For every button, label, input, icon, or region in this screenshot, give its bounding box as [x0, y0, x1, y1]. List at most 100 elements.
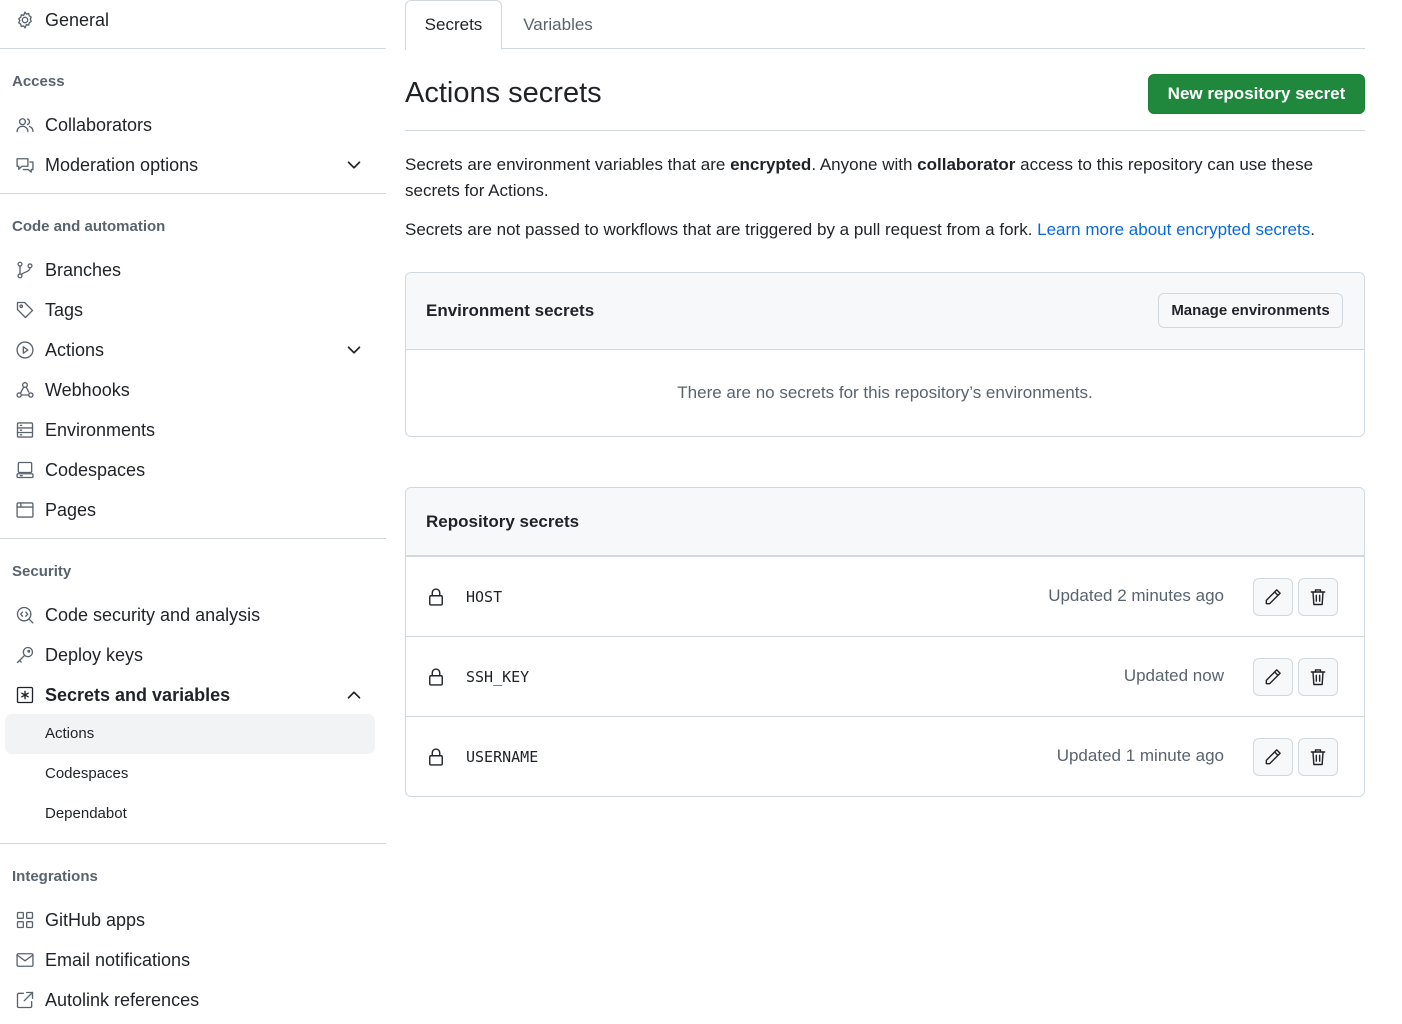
learn-more-link[interactable]: Learn more about encrypted secrets	[1037, 220, 1310, 239]
sidebar-item-tags[interactable]: Tags	[0, 290, 386, 330]
sidebar-subitem-dependabot[interactable]: Dependabot	[5, 794, 375, 834]
secret-updated-time: Updated now	[1123, 666, 1224, 685]
desc-text: Secrets are not passed to workflows that…	[405, 220, 1038, 239]
git-branch-icon	[14, 259, 36, 281]
sidebar-item-label: Tags	[45, 300, 84, 320]
sidebar-item-label: Secrets and variables	[45, 685, 231, 705]
sidebar-divider	[0, 48, 386, 49]
sidebar-item-autolink-references[interactable]: Autolink references	[0, 980, 386, 1020]
sidebar-item-webhooks[interactable]: Webhooks	[0, 370, 386, 410]
repository-secrets-box: Repository secrets HOST Updated 2 minute…	[405, 487, 1365, 797]
people-icon	[14, 114, 36, 136]
sidebar-item-label: Webhooks	[45, 380, 130, 400]
repository-secrets-header: Repository secrets	[406, 488, 1364, 556]
sidebar-subitem-label: Dependabot	[45, 805, 127, 822]
desc-bold-encrypted: encrypted	[730, 155, 812, 174]
environment-secrets-empty-message: There are no secrets for this repository…	[677, 383, 1093, 402]
codescan-icon	[14, 604, 36, 626]
asterisk-box-icon	[14, 684, 36, 706]
manage-environments-button[interactable]: Manage environments	[1158, 293, 1343, 328]
edit-secret-button[interactable]	[1253, 658, 1293, 696]
sidebar-item-actions[interactable]: Actions	[0, 330, 386, 370]
delete-secret-button[interactable]	[1298, 738, 1338, 776]
sidebar-subitem-actions[interactable]: Actions	[5, 714, 375, 754]
sidebar-item-label: Collaborators	[45, 115, 153, 135]
sidebar-item-email-notifications[interactable]: Email notifications	[0, 940, 386, 980]
delete-secret-button[interactable]	[1298, 658, 1338, 696]
fork-description: Secrets are not passed to workflows that…	[405, 217, 1365, 243]
sidebar-item-label: Environments	[45, 420, 156, 440]
sidebar-item-github-apps[interactable]: GitHub apps	[0, 900, 386, 940]
new-repository-secret-button[interactable]: New repository secret	[1148, 74, 1365, 114]
environment-secrets-title: Environment secrets	[426, 301, 595, 320]
section-title-access: Access	[12, 73, 65, 90]
sidebar-item-branches[interactable]: Branches	[0, 250, 386, 290]
sidebar-divider	[0, 193, 386, 194]
tab-secrets[interactable]: Secrets	[405, 0, 502, 50]
chevron-down-icon[interactable]	[343, 154, 365, 176]
sidebar-item-label: Actions	[45, 340, 105, 360]
sidebar-divider	[0, 538, 386, 539]
sidebar-item-label: Codespaces	[45, 460, 146, 480]
secret-name: USERNAME	[466, 748, 539, 766]
trash-icon	[1310, 589, 1326, 606]
sidebar-item-collaborators[interactable]: Collaborators	[0, 105, 386, 145]
comment-discussion-icon	[14, 154, 36, 176]
sidebar-subitem-label: Codespaces	[45, 765, 129, 782]
tag-icon	[14, 299, 36, 321]
desc-text: .	[1310, 220, 1315, 239]
codespaces-icon	[14, 459, 36, 481]
trash-icon	[1310, 669, 1326, 686]
browser-icon	[14, 499, 36, 521]
sidebar-item-deploy-keys[interactable]: Deploy keys	[0, 635, 386, 675]
sidebar-divider	[0, 843, 386, 844]
pencil-icon	[1265, 589, 1281, 605]
sidebar-item-label: Deploy keys	[45, 645, 144, 665]
sidebar-item-pages[interactable]: Pages	[0, 490, 386, 530]
chevron-down-icon[interactable]	[343, 339, 365, 361]
secret-row: SSH_KEY Updated now	[406, 636, 1364, 716]
repository-secrets-title: Repository secrets	[426, 512, 580, 531]
pencil-icon	[1265, 749, 1281, 765]
webhook-icon	[14, 379, 36, 401]
trash-icon	[1310, 749, 1326, 766]
section-title-integrations: Integrations	[12, 868, 98, 885]
sidebar-item-label: Pages	[45, 500, 97, 520]
section-title-security: Security	[12, 563, 72, 580]
environment-secrets-header: Environment secrets Manage environments	[406, 273, 1364, 350]
sidebar-subitem-codespaces[interactable]: Codespaces	[5, 754, 375, 794]
settings-sidebar: General Access Collaborators Moderation …	[0, 0, 386, 1024]
desc-text: Secrets are environment variables that a…	[405, 155, 731, 174]
pencil-icon	[1265, 669, 1281, 685]
chevron-up-icon[interactable]	[343, 684, 365, 706]
edit-secret-button[interactable]	[1253, 578, 1293, 616]
secrets-variables-tabs: Secrets Variables	[405, 0, 1365, 50]
sidebar-item-label: Email notifications	[45, 950, 191, 970]
sidebar-item-secrets-variables[interactable]: Secrets and variables	[0, 675, 386, 715]
apps-grid-icon	[14, 909, 36, 931]
tab-variables[interactable]: Variables	[503, 0, 613, 49]
title-divider	[405, 130, 1365, 131]
link-external-icon	[14, 989, 36, 1011]
desc-text: . Anyone with	[811, 155, 918, 174]
mail-icon	[14, 949, 36, 971]
sidebar-item-code-security[interactable]: Code security and analysis	[0, 595, 386, 635]
secret-name: HOST	[466, 588, 503, 606]
secrets-description: Secrets are environment variables that a…	[405, 152, 1365, 204]
play-circle-icon	[14, 339, 36, 361]
desc-bold-collaborator: collaborator	[917, 155, 1016, 174]
server-icon	[14, 419, 36, 441]
sidebar-item-label: Code security and analysis	[45, 605, 261, 625]
edit-secret-button[interactable]	[1253, 738, 1293, 776]
sidebar-item-codespaces[interactable]: Codespaces	[0, 450, 386, 490]
secret-name: SSH_KEY	[466, 668, 530, 686]
secret-updated-time: Updated 2 minutes ago	[1048, 586, 1224, 605]
sidebar-item-environments[interactable]: Environments	[0, 410, 386, 450]
gear-icon	[14, 9, 36, 31]
sidebar-item-general[interactable]: General	[0, 0, 386, 40]
key-icon	[14, 644, 36, 666]
sidebar-item-moderation-options[interactable]: Moderation options	[0, 145, 386, 185]
sidebar-item-label: General	[45, 10, 110, 30]
sidebar-item-label: Autolink references	[45, 990, 200, 1010]
delete-secret-button[interactable]	[1298, 578, 1338, 616]
